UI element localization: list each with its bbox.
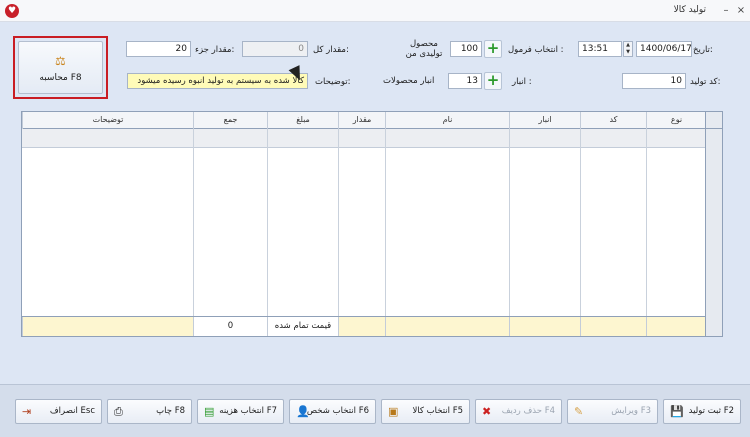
time-field[interactable]: 13:51: [578, 41, 622, 57]
items-grid[interactable]: توضیحات جمع مبلغ مقدار نام انبار کد نوع …: [21, 111, 723, 337]
col-header-warehouse[interactable]: انبار: [509, 112, 580, 129]
select-expense-button[interactable]: انتخاب هزینه F7 ▤: [197, 399, 284, 424]
save-button[interactable]: ثبت تولید F2 💾: [663, 399, 741, 424]
col-header-sum[interactable]: جمع: [193, 112, 267, 129]
printer-icon: ⎙: [114, 405, 123, 418]
person-icon: 👤: [296, 405, 310, 418]
description-label: توضیحات:: [315, 77, 351, 87]
calculate-button-label: محاسبه F8: [39, 73, 82, 83]
scale-icon: ⚖: [55, 54, 66, 68]
title-bar: ♥ تولید کالا – ×: [0, 0, 750, 22]
money-icon: ▤: [204, 405, 215, 418]
col-header-name[interactable]: نام: [385, 112, 509, 129]
col-header-type[interactable]: نوع: [646, 112, 706, 129]
exit-icon: ⇥: [22, 405, 32, 418]
warehouse-label: انبار :: [512, 77, 532, 87]
product-qty-label: محصول تولیدی من: [405, 39, 443, 59]
box-icon: ▣: [388, 405, 399, 418]
grid-totals-row: 0 قیمت تمام شده: [22, 316, 722, 336]
pencil-icon: ✎: [574, 405, 584, 418]
total-sum-value: 0: [193, 317, 267, 336]
add-formula-icon[interactable]: +: [484, 40, 502, 58]
product-warehouse-field[interactable]: 13: [448, 73, 482, 89]
total-qty-label: مقدار کل:: [313, 45, 349, 55]
col-header-amount[interactable]: مبلغ: [267, 112, 338, 129]
date-field[interactable]: 1400/06/17: [636, 41, 692, 57]
add-warehouse-icon[interactable]: +: [484, 72, 502, 90]
row-selector-column[interactable]: [705, 112, 722, 336]
heart-icon: ♥: [5, 4, 19, 18]
production-code-field[interactable]: 10: [622, 73, 686, 89]
product-warehouse-label: انبار محصولات: [383, 76, 435, 86]
row-selector-header[interactable]: [705, 112, 722, 129]
x-icon: ✖: [482, 405, 492, 418]
col-header-code[interactable]: کد: [580, 112, 646, 129]
formula-label: انتخاب فرمول :: [508, 45, 564, 55]
col-header-description[interactable]: توضیحات: [22, 112, 193, 129]
calculate-button[interactable]: ⚖ محاسبه F8: [18, 41, 103, 94]
part-qty-label: مقدار جزء:: [195, 45, 235, 55]
grid-filter-row[interactable]: [22, 129, 722, 148]
close-button[interactable]: ×: [734, 4, 748, 18]
action-bar: ثبت تولید F2 💾 ویرایش F3 ✎ حذف ردیف F4 ✖…: [0, 384, 750, 437]
col-header-quantity[interactable]: مقدار: [338, 112, 385, 129]
description-field[interactable]: کالا شده به سیستم به تولید انبوه رسیده م…: [127, 73, 308, 89]
print-button[interactable]: چاپ F8 ⎙: [107, 399, 192, 424]
production-code-label: کد تولید:: [690, 77, 721, 87]
minimize-button[interactable]: –: [719, 4, 733, 18]
window-title: تولید کالا: [673, 5, 706, 15]
product-qty-field[interactable]: 100: [450, 41, 482, 57]
save-icon: 💾: [670, 405, 684, 418]
total-price-label: قیمت تمام شده: [267, 317, 338, 336]
select-goods-button[interactable]: انتخاب کالا F5 ▣: [381, 399, 470, 424]
grid-header: توضیحات جمع مبلغ مقدار نام انبار کد نوع: [22, 112, 722, 129]
cancel-button[interactable]: انصراف Esc ⇥: [15, 399, 102, 424]
delete-row-button[interactable]: حذف ردیف F4 ✖: [475, 399, 562, 424]
select-person-button[interactable]: انتخاب شخص F6 👤: [289, 399, 376, 424]
time-spinner[interactable]: ▲ ▼: [623, 41, 633, 57]
part-qty-field[interactable]: 20: [126, 41, 191, 57]
date-label: تاریخ:: [693, 45, 713, 55]
form-client-area: ⚖ محاسبه F8 تاریخ: 1400/06/17 ▲ ▼ 13:51 ا…: [0, 22, 750, 437]
edit-button[interactable]: ویرایش F3 ✎: [567, 399, 658, 424]
calc-highlight-frame: ⚖ محاسبه F8: [13, 36, 108, 99]
total-qty-field: 0: [242, 41, 308, 57]
